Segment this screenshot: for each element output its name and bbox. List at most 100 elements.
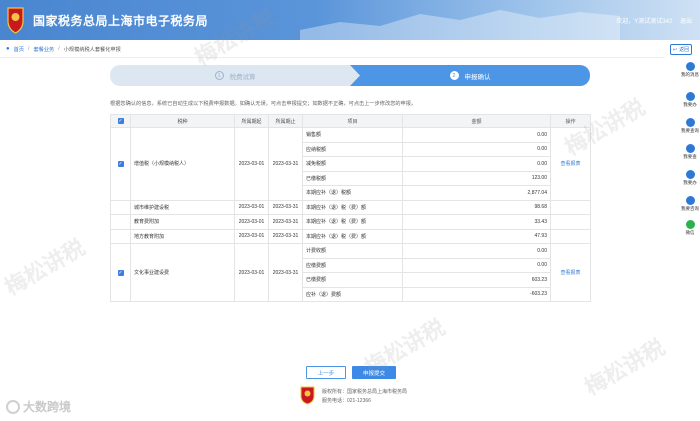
item-label: 减免税额 (302, 156, 403, 172)
great-wall-decoration (300, 10, 620, 40)
item-label: 本期应补（退）税（费）额 (302, 199, 403, 215)
back-label: 返回 (679, 47, 690, 53)
item-amount: 123.00 (402, 170, 551, 186)
tax-name: 地方教育附加 (130, 228, 235, 244)
check-icon (685, 144, 695, 153)
rail-item-messages[interactable]: 我的消息 (680, 62, 700, 78)
header-item: 项目 (302, 114, 403, 128)
rail-label: 我的消息 (681, 72, 699, 77)
view-report-link[interactable]: 查看报表 (550, 127, 591, 201)
step-trial-calc[interactable]: 1 税费试算 (110, 65, 360, 86)
period-start: 2023-03-01 (234, 243, 269, 302)
rail-item-wechat[interactable]: 微信 (680, 220, 700, 236)
header-bar: 国家税务总局上海市电子税务局 欢迎，Y测试测试342 退出 (0, 0, 700, 40)
header-tax: 税种 (130, 114, 235, 128)
watermark: 梅松讲税 (580, 334, 670, 401)
view-report-link[interactable]: 查看报表 (550, 243, 591, 302)
item-amount: 603.23 (402, 272, 551, 288)
breadcrumb: ● 首页 / 套餐业务 / 小规模纳税人套餐化申报 (6, 44, 121, 54)
period-end: 2023-03-31 (268, 243, 303, 302)
table-row: 地方教育附加 2023-03-01 2023-03-31 本期应补（退）税（费）… (110, 228, 591, 244)
tax-name: 增值税（小规模纳税人） (130, 127, 235, 201)
item-label: 应纳税额 (302, 141, 403, 157)
header-end: 所属期止 (268, 114, 303, 128)
submit-declaration-button[interactable]: 申报提交 (352, 366, 396, 379)
rail-label: 我要查询 (681, 128, 699, 133)
divider (0, 57, 665, 58)
user-greeting[interactable]: 欢迎，Y测试测试342 (616, 19, 672, 25)
item-amount: 0.00 (402, 257, 551, 273)
notice-text: 根据您确认的信息，系统已自动生成以下税费申报数据。如确认无误，可点击申报提交；如… (110, 101, 417, 107)
handle-icon (685, 170, 695, 179)
checkbox-icon: ✓ (117, 269, 124, 276)
rail-label: 我要办 (683, 180, 697, 185)
rail-item-do[interactable]: 我要办 (680, 92, 700, 108)
item-label: 本期应补（退）税（费）额 (302, 214, 403, 230)
item-label: 已缴税额 (302, 170, 403, 186)
checkbox-icon: ✓ (117, 160, 124, 167)
period-end: 2023-03-31 (268, 127, 303, 201)
table-row: 教育费附加 2023-03-01 2023-03-31 本期应补（退）税（费）额… (110, 214, 591, 230)
header-checkbox[interactable]: ✓ (110, 114, 131, 128)
item-label: 已缴费额 (302, 272, 403, 288)
rail-item-query[interactable]: 我要查询 (680, 118, 700, 134)
rail-label: 微信 (685, 230, 695, 235)
item-amount: 0.00 (402, 141, 551, 157)
item-label: 本期应补（退）税（费）额 (302, 228, 403, 244)
table-header-row: ✓ 税种 所属期起 所属期止 项目 金额 操作 (110, 114, 591, 128)
rail-item-do2[interactable]: 我要办 (680, 170, 700, 186)
previous-step-button[interactable]: 上一步 (306, 366, 346, 379)
item-amount: 0.00 (402, 127, 551, 143)
table-row: ✓ 增值税（小规模纳税人） 2023-03-01 2023-03-31 销售额 … (110, 127, 591, 201)
header-amount: 金额 (402, 114, 551, 128)
period-start: 2023-03-01 (234, 199, 269, 215)
rail-label: 我要咨询 (681, 206, 699, 211)
back-button[interactable]: ↩ 返回 (670, 44, 692, 55)
breadcrumb-separator-icon: / (28, 46, 30, 52)
corner-watermark-logo: 大数跨境 (6, 398, 71, 415)
step-number: 1 (214, 71, 224, 80)
tax-emblem-logo[interactable] (6, 5, 25, 34)
item-amount: 2,877.04 (402, 185, 551, 201)
item-label: 应缴费额 (302, 257, 403, 273)
site-title: 国家税务总局上海市电子税务局 (33, 14, 209, 28)
item-amount: 47.93 (402, 228, 551, 244)
query-icon (685, 118, 695, 127)
period-end: 2023-03-31 (268, 214, 303, 230)
breadcrumb-level1[interactable]: 套餐业务 (33, 46, 54, 53)
item-label: 销售额 (302, 127, 403, 143)
exit-link[interactable]: 退出 (680, 19, 692, 25)
checkbox-icon: ✓ (117, 118, 124, 124)
rail-item-check[interactable]: 我要查 (680, 144, 700, 160)
handle-icon (685, 92, 695, 101)
tax-emblem-icon (300, 386, 315, 405)
row-checkbox[interactable]: ✓ (110, 127, 131, 201)
step-label: 申报确认 (464, 73, 491, 81)
item-amount: -603.23 (402, 286, 551, 302)
wechat-icon (685, 220, 695, 229)
watermark: 梅松讲税 (0, 234, 90, 301)
location-pin-icon: ● (6, 46, 10, 52)
step-progress: 1 税费试算 2 申报确认 (110, 65, 590, 86)
rail-item-consult[interactable]: 我要咨询 (680, 196, 700, 212)
corner-watermark-text: 大数跨境 (23, 400, 72, 414)
message-icon (685, 62, 695, 71)
period-end: 2023-03-31 (268, 228, 303, 244)
item-label: 应补（退）费额 (302, 286, 403, 302)
rail-label: 我要查 (683, 154, 697, 159)
breadcrumb-home[interactable]: 首页 (14, 46, 24, 53)
row-checkbox[interactable]: ✓ (110, 243, 131, 302)
item-amount: 98.68 (402, 199, 551, 215)
tax-name: 教育费附加 (130, 214, 235, 230)
header-start: 所属期起 (234, 114, 269, 128)
step-confirm[interactable]: 2 申报确认 (350, 65, 590, 86)
tax-name: 城市维护建设税 (130, 199, 235, 215)
table-row: 城市维护建设税 2023-03-01 2023-03-31 本期应补（退）税（费… (110, 199, 591, 215)
period-start: 2023-03-01 (234, 214, 269, 230)
item-amount: 33.43 (402, 214, 551, 230)
service-phone: 服务电话：021-12366 (322, 398, 371, 404)
back-arrow-icon: ↩ (672, 46, 678, 53)
breadcrumb-separator-icon: / (58, 46, 60, 52)
header-op: 操作 (550, 114, 591, 128)
table-row: ✓ 文化事业建设费 2023-03-01 2023-03-31 计费收额 0.0… (110, 243, 591, 302)
